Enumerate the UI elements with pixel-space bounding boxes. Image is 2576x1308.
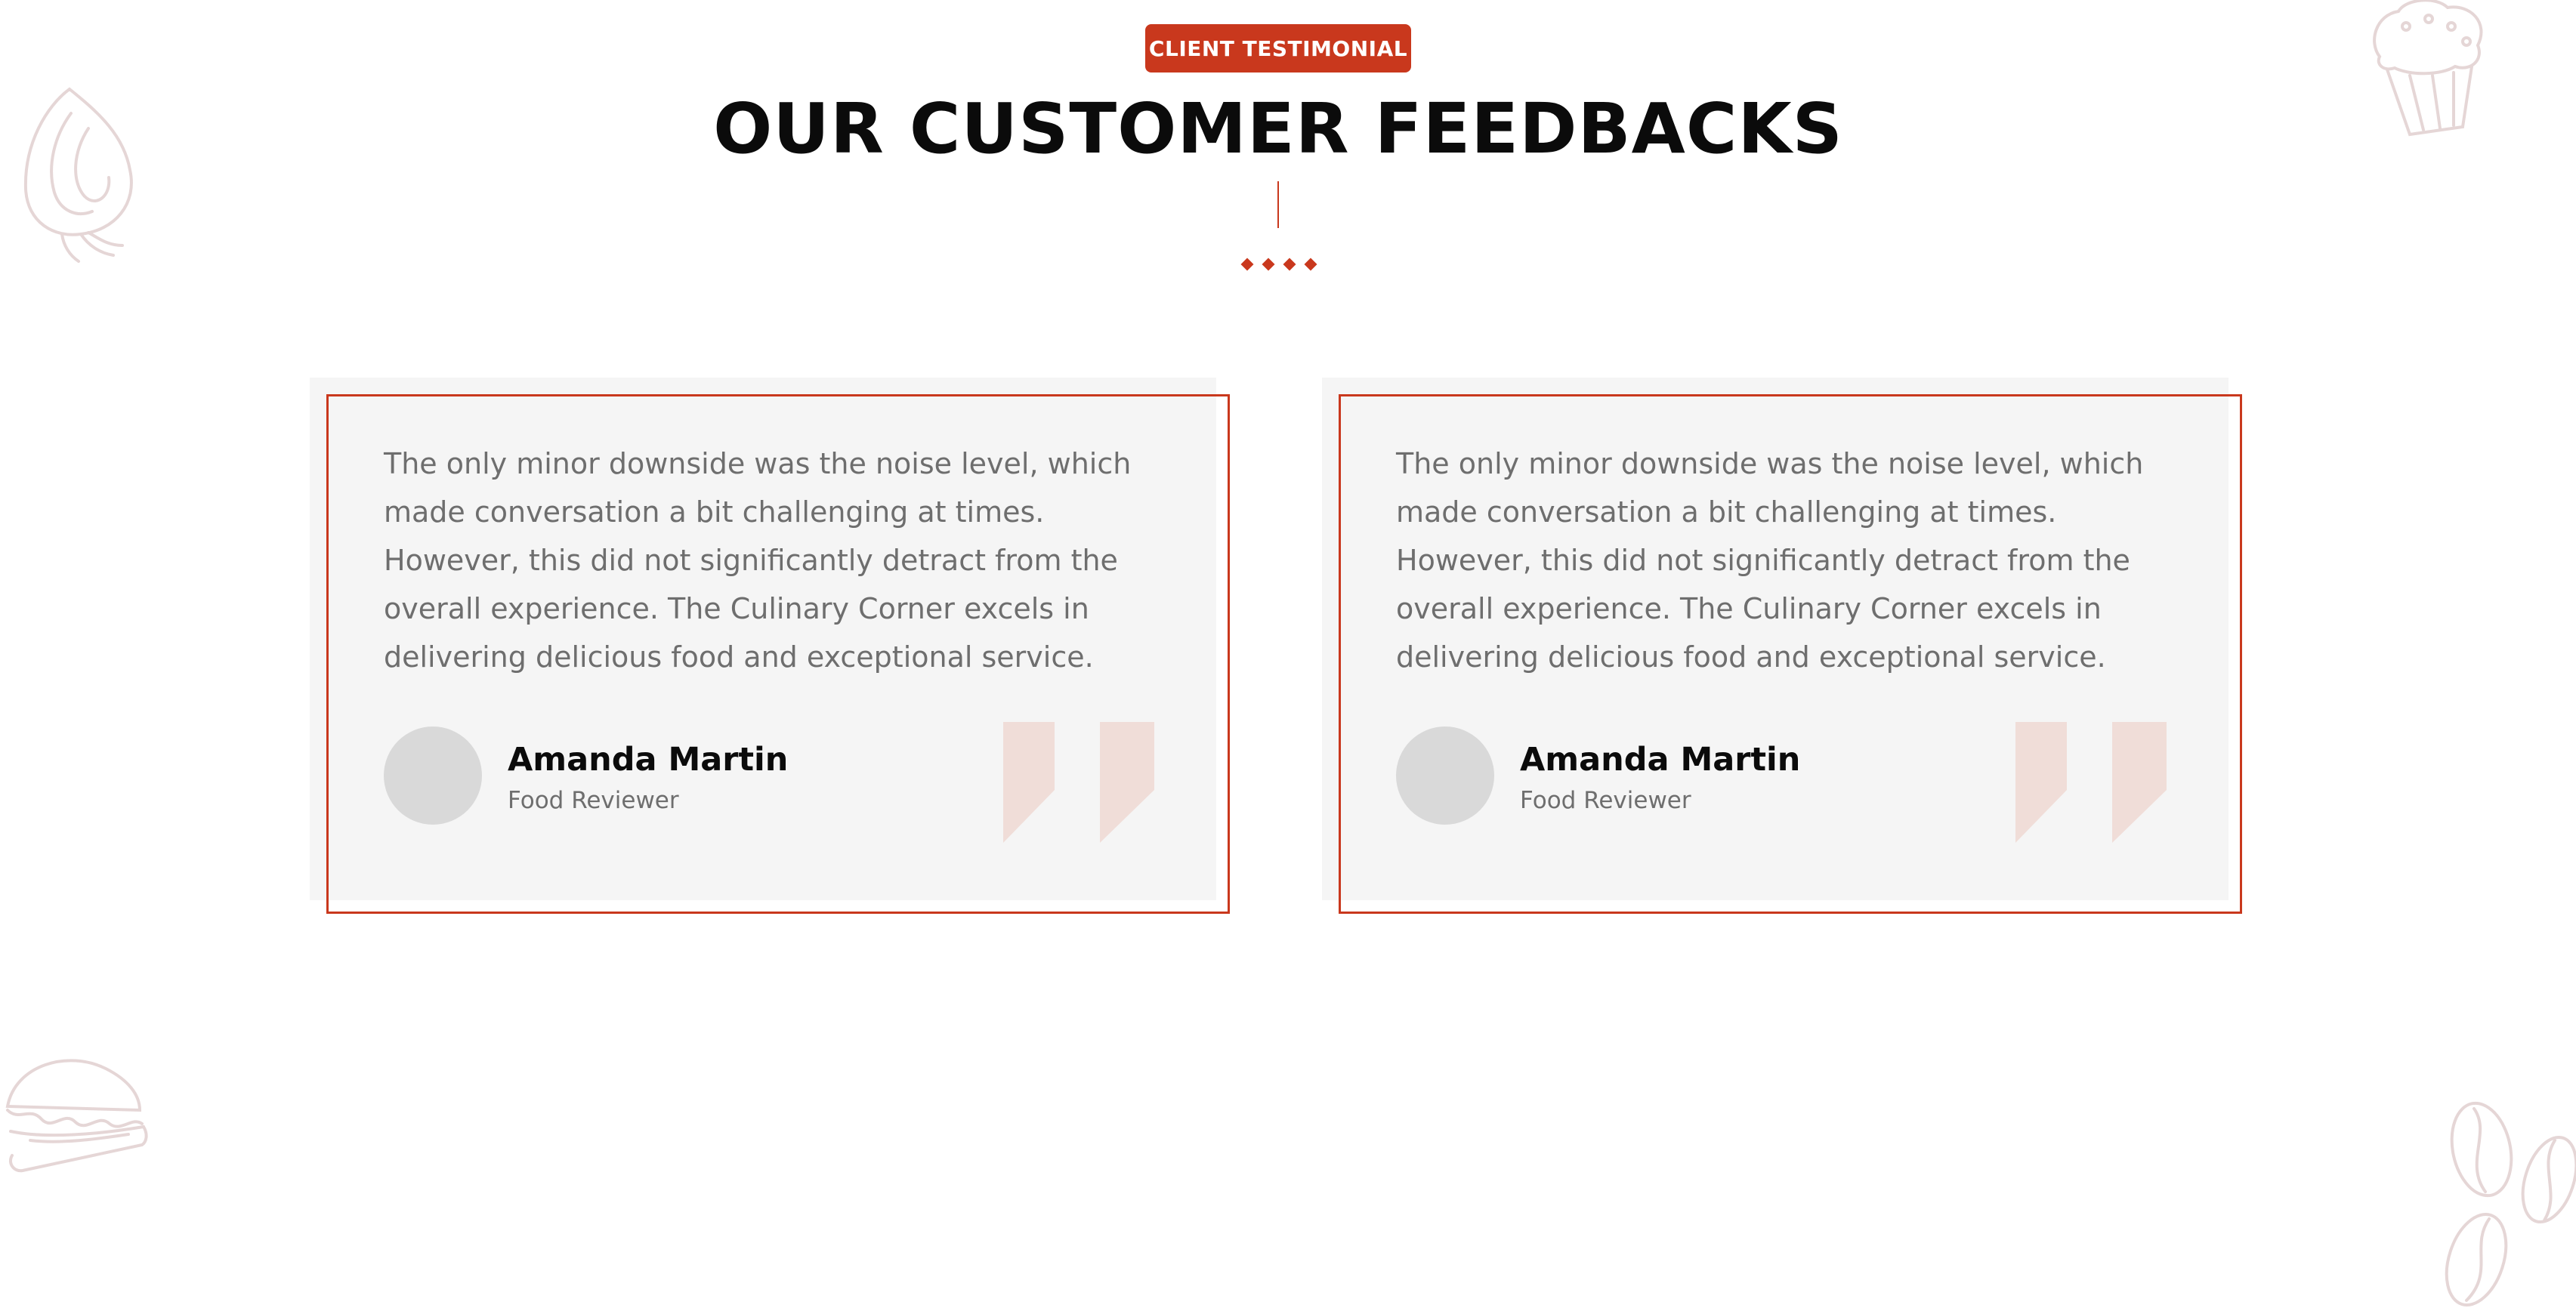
testimonial-text: The only minor downside was the noise le…: [1396, 447, 2144, 674]
diamond-dots-icon: [1240, 258, 1317, 271]
coffee-beans-doodle-icon: [2445, 1101, 2576, 1307]
testimonial-card: The only minor downside was the noise le…: [310, 378, 1230, 914]
quote-mark-icon: [1003, 722, 1154, 843]
burger-doodle-icon: [5, 1059, 148, 1173]
testimonial-text: The only minor downside was the noise le…: [384, 447, 1132, 674]
avatar: [1396, 726, 1494, 825]
avatar: [384, 726, 482, 825]
page-title: OUR CUSTOMER FEEDBACKS: [713, 88, 1843, 169]
author-name: Amanda Martin: [1520, 741, 1801, 779]
title-divider-line: [1277, 181, 1279, 228]
testimonials-section: CLIENT TESTIMONIAL OUR CUSTOMER FEEDBACK…: [0, 0, 2576, 1308]
author-name: Amanda Martin: [508, 741, 789, 779]
testimonial-card: The only minor downside was the noise le…: [1322, 378, 2242, 914]
author-role: Food Reviewer: [1520, 787, 1691, 814]
client-testimonial-badge: CLIENT TESTIMONIAL: [1145, 24, 1411, 72]
quote-mark-icon: [2015, 722, 2167, 843]
author-role: Food Reviewer: [508, 787, 679, 814]
